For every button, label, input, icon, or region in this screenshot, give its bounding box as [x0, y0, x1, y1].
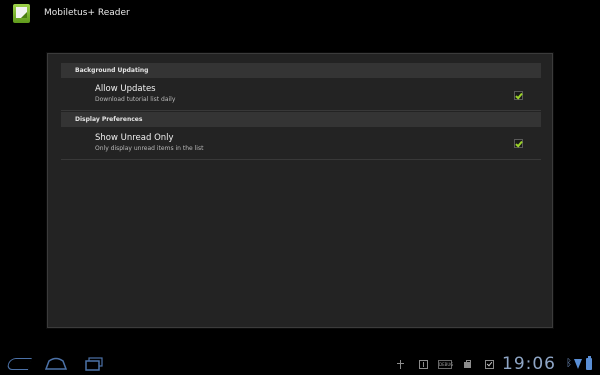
check-notification-icon[interactable] — [485, 360, 494, 369]
pref-item-show-unread-only[interactable]: Show Unread Only Only display unread ite… — [61, 128, 541, 160]
allow-updates-checkbox[interactable] — [514, 91, 523, 100]
action-bar: Mobiletus+ Reader — [0, 0, 600, 28]
debug-icon[interactable]: DEBUG — [438, 360, 453, 369]
pref-item-allow-updates[interactable]: Allow Updates Download tutorial list dai… — [61, 79, 541, 111]
app-title: Mobiletus+ Reader — [44, 8, 130, 18]
checkmark-icon — [515, 139, 523, 148]
reader-app-icon[interactable] — [13, 4, 30, 23]
recent-apps-icon[interactable] — [84, 357, 104, 371]
wifi-icon — [574, 359, 582, 369]
battery-icon — [586, 356, 592, 370]
bluetooth-icon: ᛒ — [566, 358, 572, 369]
show-unread-only-checkbox[interactable] — [514, 139, 523, 148]
status-clock[interactable]: 19:06 — [502, 354, 556, 374]
usb-icon[interactable] — [396, 360, 405, 369]
checkmark-icon — [515, 91, 523, 100]
category-background-updating: Background Updating — [61, 63, 541, 78]
clipboard-icon[interactable] — [463, 360, 472, 369]
pref-title: Allow Updates — [95, 84, 156, 94]
home-icon[interactable] — [45, 357, 67, 370]
preferences-panel: Background Updating Allow Updates Downlo… — [47, 53, 553, 328]
notification-icon[interactable] — [419, 360, 428, 369]
pref-summary: Only display unread items in the list — [95, 145, 204, 152]
system-bar: DEBUG 19:06 ᛒ — [0, 353, 600, 375]
pref-title: Show Unread Only — [95, 133, 174, 143]
back-icon[interactable] — [6, 358, 32, 370]
pref-summary: Download tutorial list daily — [95, 96, 176, 103]
category-display-preferences: Display Preferences — [61, 112, 541, 127]
